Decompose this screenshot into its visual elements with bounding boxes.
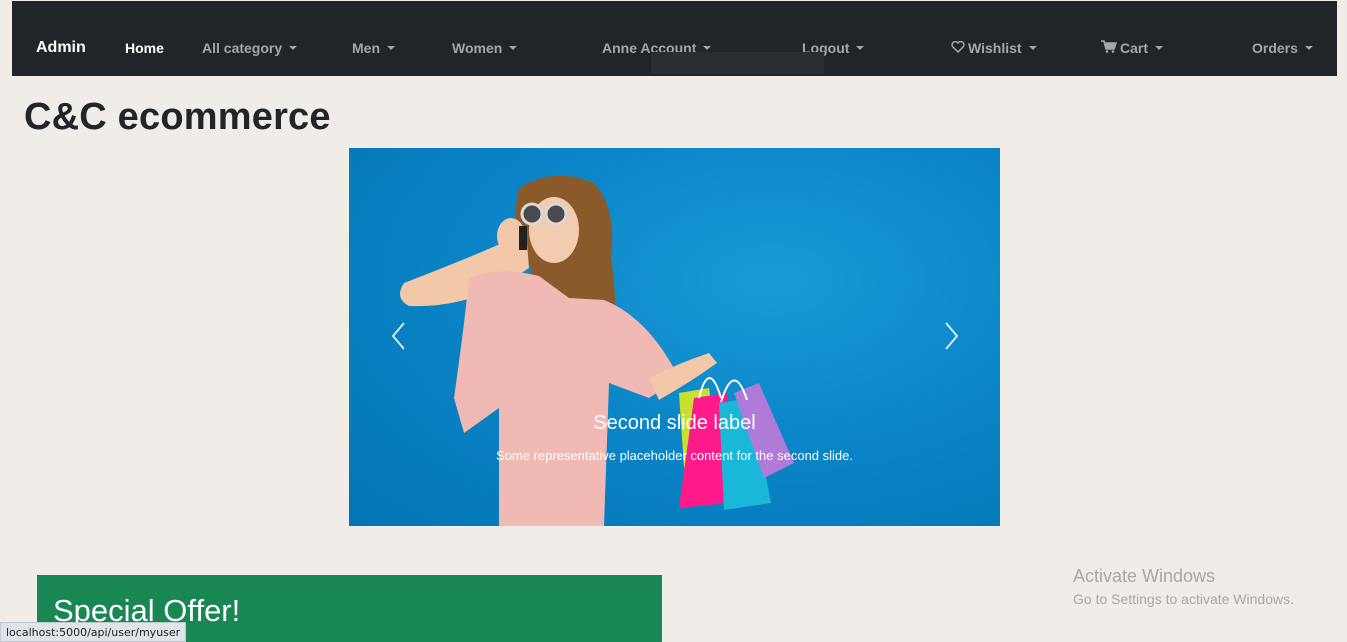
- caret-down-icon: [509, 46, 518, 50]
- caret-down-icon: [1028, 46, 1037, 50]
- navbar-brand[interactable]: Admin: [36, 39, 86, 57]
- caret-down-icon: [703, 46, 712, 50]
- caret-down-icon: [387, 46, 395, 50]
- nav-wishlist[interactable]: Wishlist: [951, 40, 1037, 56]
- nav-orders-label: Orders: [1252, 40, 1298, 56]
- nav-men-label: Men: [352, 40, 380, 56]
- chevron-left-icon: [391, 322, 405, 350]
- chevron-right-icon: [945, 322, 959, 350]
- nav-cart[interactable]: Cart: [1101, 40, 1164, 56]
- nav-women-label: Women: [452, 40, 503, 56]
- watermark-line-2: Go to Settings to activate Windows.: [1073, 591, 1294, 607]
- heart-icon: [951, 40, 965, 56]
- nav-orders[interactable]: Orders: [1252, 40, 1313, 56]
- status-bar-url: localhost:5000/api/user/myuser: [0, 622, 187, 642]
- caret-down-icon: [289, 46, 298, 50]
- caret-down-icon: [856, 46, 865, 50]
- nav-home[interactable]: Home: [125, 40, 164, 56]
- nav-all-category-label: All category: [202, 40, 283, 56]
- nav-women[interactable]: Women: [452, 40, 518, 56]
- nav-cart-label: Cart: [1120, 40, 1149, 56]
- carousel-caption-text: Some representative placeholder content …: [496, 448, 853, 463]
- carousel-caption-title: Second slide label: [593, 412, 756, 434]
- page-title: C&C ecommerce: [24, 96, 331, 138]
- caret-down-icon: [1304, 46, 1313, 50]
- nav-home-label: Home: [125, 40, 164, 56]
- cart-icon: [1101, 40, 1118, 56]
- windows-activation-watermark: Activate Windows Go to Settings to activ…: [1073, 566, 1294, 607]
- hero-carousel[interactable]: Second slide label Some representative p…: [349, 148, 1000, 526]
- nav-all-category[interactable]: All category: [202, 40, 298, 56]
- carousel-next-button[interactable]: [936, 318, 966, 354]
- faded-tooltip: [651, 52, 824, 74]
- nav-wishlist-label: Wishlist: [968, 40, 1022, 56]
- nav-men[interactable]: Men: [352, 40, 395, 56]
- caret-down-icon: [1155, 46, 1164, 50]
- carousel-prev-button[interactable]: [384, 318, 414, 354]
- watermark-line-1: Activate Windows: [1073, 566, 1216, 586]
- top-navbar: Admin Home All category Men Women Anne A…: [12, 1, 1337, 76]
- carousel-slide-image: [400, 175, 794, 526]
